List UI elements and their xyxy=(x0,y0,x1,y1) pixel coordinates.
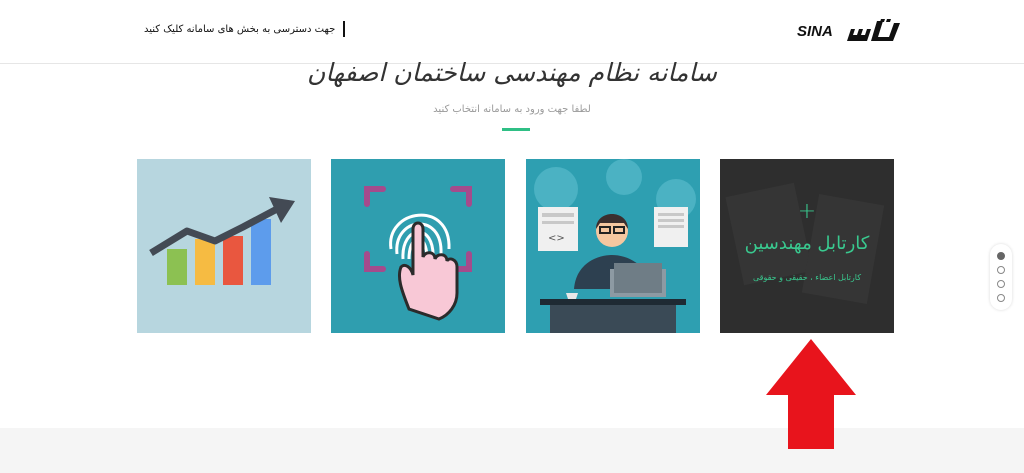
card-title: کارتابل مهندسین xyxy=(744,233,870,254)
plus-icon: + xyxy=(797,199,817,224)
system-card-authentication[interactable] xyxy=(331,159,505,333)
site-header: جهت دسترسی به بخش های سامانه کلیک کنید S… xyxy=(0,0,1024,64)
navigation-hint: جهت دسترسی به بخش های سامانه کلیک کنید xyxy=(144,21,346,37)
svg-text:<>: <> xyxy=(548,233,565,244)
system-card-statistics[interactable] xyxy=(137,159,311,333)
pagination-dot-4[interactable] xyxy=(997,294,1005,302)
page-title: سامانه نظام مهندسی ساختمان اصفهان xyxy=(307,58,717,87)
pagination-dot-3[interactable] xyxy=(997,280,1005,288)
red-up-arrow-icon xyxy=(766,339,856,449)
system-card-services[interactable]: <> xyxy=(526,159,700,333)
growth-chart-icon xyxy=(149,197,295,285)
logo-text: SINA xyxy=(797,23,833,40)
fingerprint-touch-icon xyxy=(364,186,472,321)
pagination-dot-2[interactable] xyxy=(997,266,1005,274)
footer-band xyxy=(0,428,1024,473)
sina-logo[interactable]: SINA xyxy=(797,15,902,45)
pagination-dots xyxy=(990,244,1012,310)
developer-desk-icon: <> xyxy=(534,159,696,333)
card-subtitle: کارتابل اعضاء ، حقیقی و حقوقی xyxy=(752,273,862,282)
pagination-dot-1[interactable] xyxy=(997,252,1005,260)
system-card-engineers-dashboard[interactable]: + کارتابل مهندسین کارتابل اعضاء ، حقیقی … xyxy=(720,159,894,333)
hint-text: جهت دسترسی به بخش های سامانه کلیک کنید xyxy=(144,23,336,35)
title-underline xyxy=(502,128,530,131)
hint-divider xyxy=(343,21,346,37)
page-subtitle: لطفا جهت ورود به سامانه انتخاب کنید xyxy=(433,104,591,115)
